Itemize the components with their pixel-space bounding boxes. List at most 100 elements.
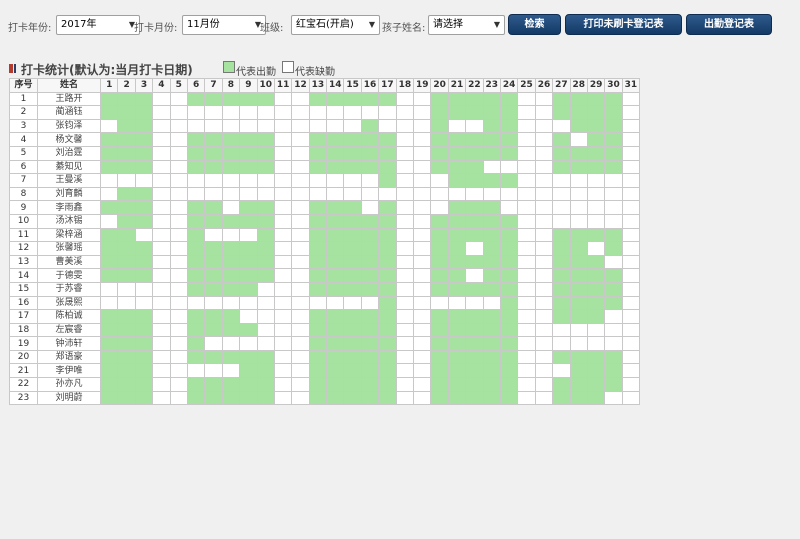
day-cell-present [586,268,606,283]
day-cell-present [430,336,449,351]
table-row: 21 李伊唯 [9,363,641,379]
day-cell-absent [256,105,275,120]
print-unswiped-button[interactable]: 打印未刷卡登记表 [565,14,682,35]
day-cell-present [204,132,223,147]
day-cell-present [569,363,588,379]
day-cell-present [604,227,623,243]
column-header-day: 15 [343,78,362,93]
day-cell-absent [413,363,432,379]
day-cell-absent [221,295,241,311]
row-index: 5 [9,145,38,161]
day-cell-absent [343,105,362,120]
year-select[interactable]: 2017年 ▼ [56,15,140,35]
day-cell-absent [517,159,536,175]
day-cell-present [204,213,223,229]
day-cell-present [430,105,449,120]
day-cell-absent [169,363,188,379]
attendance-register-button[interactable]: 出勤登记表 [686,14,772,35]
day-cell-present [569,377,588,392]
day-cell-present [343,363,362,379]
student-name: 李雨鑫 [37,200,101,215]
day-cell-absent [552,336,571,351]
table-row: 1 王路开 [9,91,641,107]
day-cell-absent [552,213,571,229]
table-row: 20 郑语豪 [9,349,641,365]
day-cell-present [99,227,119,243]
day-cell-present [186,281,206,297]
day-cell-absent [169,390,188,406]
day-cell-absent [221,173,241,188]
day-cell-absent [152,186,171,202]
day-cell-present [343,322,362,338]
day-cell-absent [413,213,432,229]
legend-present-label: 代表出勤 [236,67,276,78]
student-name: 蔺涵钰 [37,105,101,120]
day-cell-absent [517,377,536,392]
day-cell-present [447,281,467,297]
legend-absent-label: 代表缺勤 [295,67,335,78]
day-cell-absent [430,295,449,311]
column-header-day: 31 [621,78,641,93]
day-cell-present [482,377,501,392]
day-cell-absent [499,159,519,175]
day-cell-absent [273,132,293,147]
column-header-day: 12 [291,78,310,93]
day-cell-present [221,241,241,256]
day-cell-absent [169,349,188,365]
month-select[interactable]: 11月份 ▼ [182,15,266,35]
day-cell-absent [621,132,641,147]
day-cell-present [186,91,206,107]
table-row: 9 李雨鑫 [9,200,641,215]
day-cell-present [552,241,571,256]
day-cell-present [499,363,519,379]
day-cell-present [204,309,223,324]
column-header-day: 3 [134,78,154,93]
day-cell-present [499,173,519,188]
column-header-day: 23 [482,78,501,93]
day-cell-absent [413,227,432,243]
table-row: 22 孙亦凡 [9,377,641,392]
student-name: 刘明蔚 [37,390,101,406]
student-name: 刘治霆 [37,145,101,161]
day-cell-present [186,227,206,243]
day-cell-present [308,200,328,215]
day-cell-absent [517,349,536,365]
day-cell-present [604,241,623,256]
row-index: 10 [9,213,38,229]
day-cell-present [343,309,362,324]
day-cell-present [308,268,328,283]
day-cell-absent [413,200,432,215]
row-index: 13 [9,254,38,270]
day-cell-absent [221,227,241,243]
day-cell-present [586,254,606,270]
day-cell-present [308,145,328,161]
search-button[interactable]: 检索 [508,14,561,35]
day-cell-absent [308,173,328,188]
day-cell-present [326,91,345,107]
day-cell-present [117,322,136,338]
day-cell-absent [204,105,223,120]
class-select[interactable]: 红宝石(开启) ▼ [291,15,380,35]
day-cell-absent [413,336,432,351]
day-cell-absent [256,173,275,188]
day-cell-present [482,91,501,107]
day-cell-present [117,377,136,392]
day-cell-absent [291,227,310,243]
day-cell-absent [152,213,171,229]
day-cell-absent [152,118,171,134]
day-cell-absent [552,363,571,379]
day-cell-present [465,363,484,379]
table-row: 11 梁梓涵 [9,227,641,243]
day-cell-present [360,390,380,406]
student-name: 刘育麟 [37,186,101,202]
child-select[interactable]: 请选择 ▼ [428,15,505,35]
day-cell-absent [152,309,171,324]
day-cell-absent [517,91,536,107]
day-cell-present [586,363,606,379]
day-cell-present [465,145,484,161]
column-header-day: 20 [430,78,449,93]
day-cell-absent [621,254,641,270]
day-cell-present [552,227,571,243]
day-cell-absent [552,173,571,188]
day-cell-present [99,241,119,256]
